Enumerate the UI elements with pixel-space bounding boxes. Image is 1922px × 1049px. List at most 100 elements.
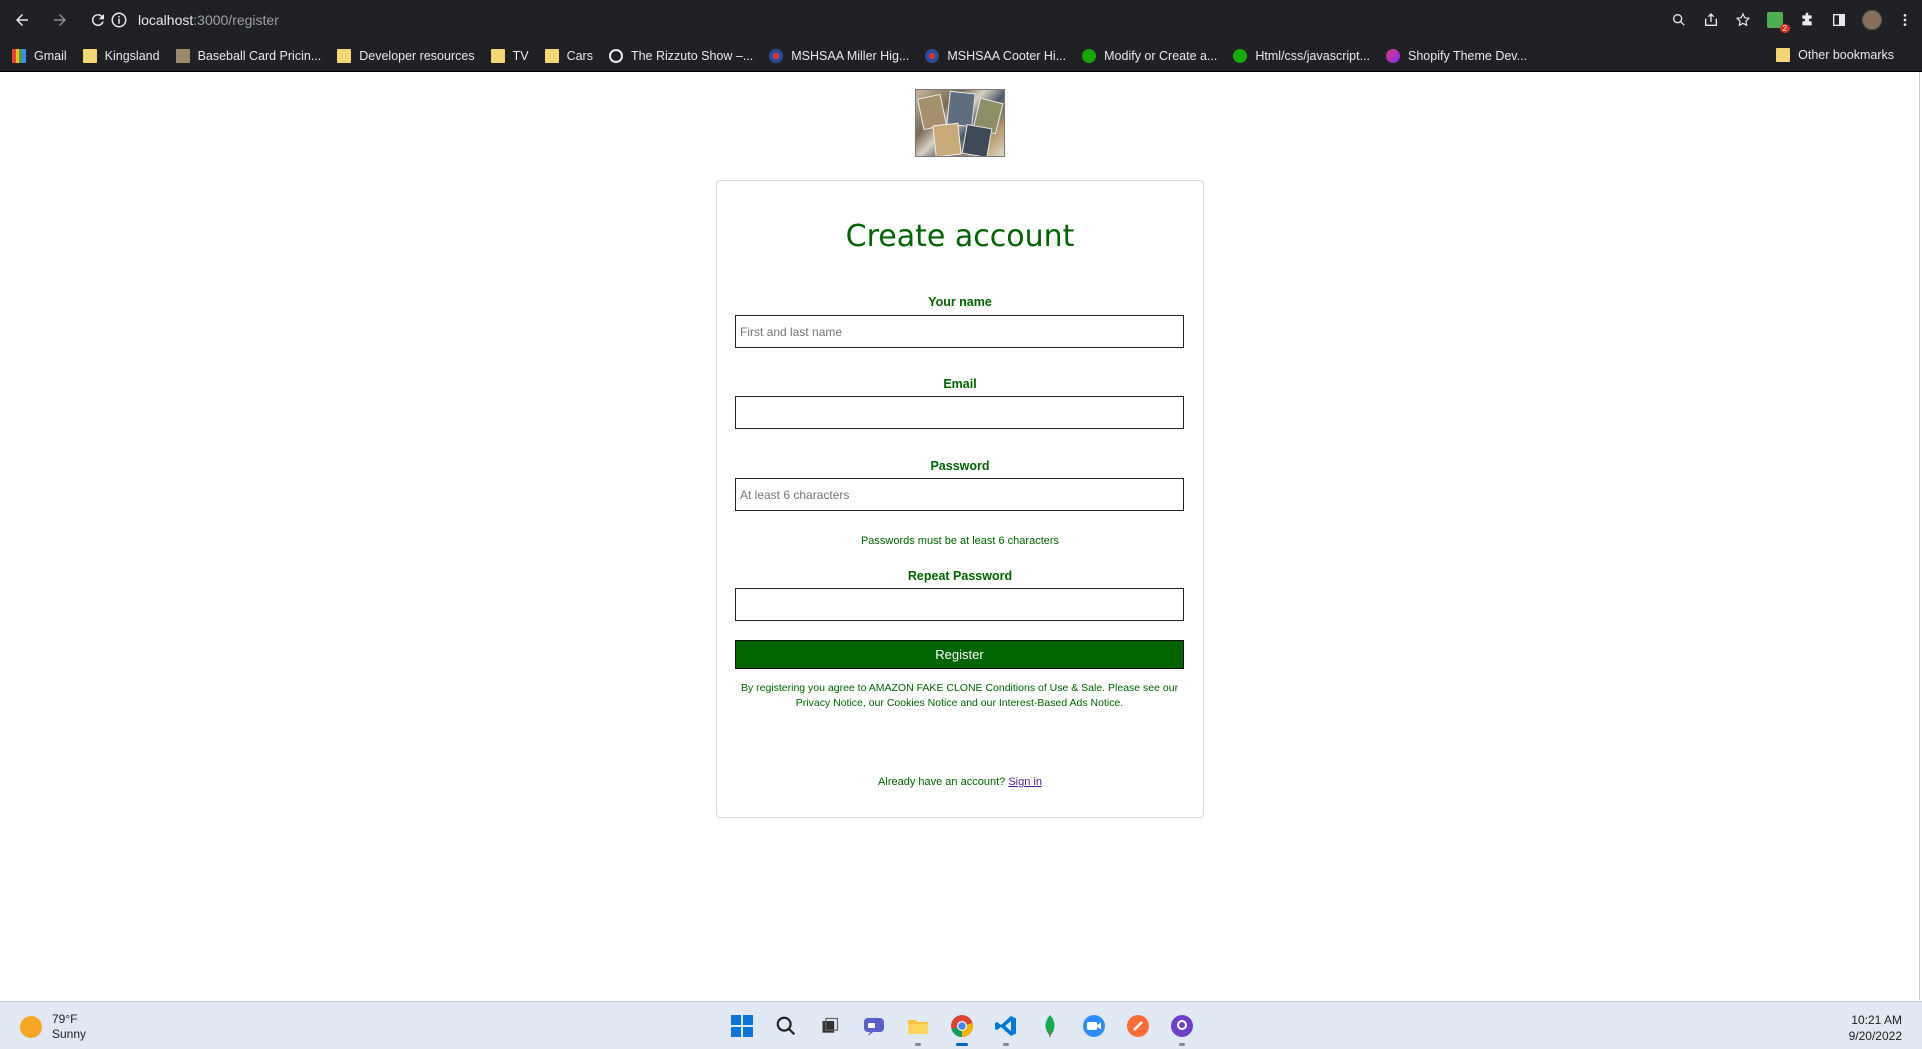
github-desktop-button[interactable] — [1166, 1010, 1198, 1046]
bookmark-label: Shopify Theme Dev... — [1408, 48, 1528, 63]
mongodb-button[interactable] — [1034, 1010, 1066, 1042]
side-panel-icon[interactable] — [1830, 11, 1848, 29]
bookmark-label: Developer resources — [359, 48, 475, 63]
bookmark-label: Html/css/javascript... — [1255, 48, 1370, 63]
weather-condition: Sunny — [52, 1027, 87, 1041]
bookmark-gmail[interactable]: Gmail — [12, 48, 67, 63]
gmail-icon — [12, 48, 26, 63]
mshsaa-icon — [925, 48, 940, 63]
bookmark-label: MSHSAA Cooter Hi... — [947, 48, 1067, 63]
folder-icon — [1776, 48, 1791, 62]
clock-date: 9/20/2022 — [1848, 1029, 1902, 1043]
zoom-icon[interactable] — [1670, 11, 1688, 29]
chrome-button[interactable] — [946, 1010, 978, 1046]
leaf-icon — [1045, 1015, 1055, 1037]
browser-toolbar: localhost:3000/register 2 — [0, 0, 1922, 40]
vscode-icon — [995, 1016, 1016, 1036]
vscode-button[interactable] — [990, 1010, 1022, 1046]
windows-taskbar: 79°F Sunny 10:21 AM 9/20/2022 — [0, 1001, 1922, 1049]
folder-icon — [82, 48, 97, 63]
url-text: localhost:3000/register — [138, 12, 279, 28]
repeat-password-label: Repeat Password — [907, 569, 1013, 583]
teams-chat-button[interactable] — [858, 1010, 890, 1042]
bookmark-label: Modify or Create a... — [1104, 48, 1218, 63]
email-field[interactable] — [735, 396, 1184, 429]
bookmark-kingsland[interactable]: Kingsland — [82, 48, 160, 63]
chrome-icon — [951, 1015, 973, 1037]
share-icon[interactable] — [1702, 11, 1720, 29]
site-logo[interactable] — [915, 89, 1005, 157]
file-explorer-button[interactable] — [902, 1010, 934, 1046]
forward-button[interactable] — [44, 4, 76, 36]
register-card: Create account Your name Email Password … — [716, 180, 1204, 818]
postman-button[interactable] — [1122, 1010, 1154, 1042]
info-icon — [111, 12, 127, 28]
bookmark-mshsaa-cooter[interactable]: MSHSAA Cooter Hi... — [925, 48, 1067, 63]
taskbar-apps — [726, 1010, 1198, 1046]
bookmark-label: Baseball Card Pricin... — [197, 48, 322, 63]
bookmark-baseball-card[interactable]: Baseball Card Pricin... — [175, 48, 322, 63]
bookmark-tv[interactable]: TV — [490, 48, 529, 63]
card-site-icon — [175, 48, 190, 63]
password-field[interactable] — [735, 478, 1184, 511]
address-bar[interactable]: localhost:3000/register — [110, 4, 1610, 36]
site-icon — [608, 48, 623, 63]
folder-icon — [544, 48, 559, 63]
video-camera-icon — [1083, 1015, 1105, 1037]
search-button[interactable] — [770, 1010, 802, 1042]
password-label: Password — [930, 459, 990, 473]
url-path: :3000/register — [193, 12, 279, 28]
extension-badge-icon[interactable]: 2 — [1766, 11, 1790, 33]
upwork-icon — [1082, 48, 1097, 63]
folder-icon — [908, 1020, 928, 1034]
system-clock[interactable]: 10:21 AM 9/20/2022 — [1849, 1012, 1902, 1044]
bookmark-label: Cars — [566, 48, 593, 63]
clock-time: 10:21 AM — [1851, 1013, 1902, 1027]
start-button[interactable] — [726, 1010, 758, 1042]
bookmark-other[interactable]: Other bookmarks — [1776, 48, 1894, 62]
chat-icon — [864, 1018, 884, 1036]
folder-icon — [337, 48, 352, 63]
bookmark-label: Kingsland — [104, 48, 160, 63]
menu-kebab-icon[interactable] — [1896, 11, 1914, 29]
bookmark-cars[interactable]: Cars — [544, 48, 593, 63]
bookmark-label: Gmail — [34, 48, 67, 63]
zoom-button[interactable] — [1078, 1010, 1110, 1042]
bookmark-modify-create[interactable]: Modify or Create a... — [1082, 48, 1218, 63]
shopify-icon — [1386, 48, 1400, 63]
bookmark-mshsaa-miller[interactable]: MSHSAA Miller Hig... — [769, 48, 909, 63]
upwork-icon — [1233, 48, 1248, 63]
extension-badge-count: 2 — [1779, 24, 1790, 33]
bookmark-developer-resources[interactable]: Developer resources — [337, 48, 475, 63]
sun-icon — [20, 1016, 42, 1038]
name-field[interactable] — [735, 315, 1184, 348]
register-button[interactable]: Register — [735, 640, 1184, 669]
signin-prompt-text: Already have an account? — [878, 776, 1006, 788]
bookmarks-bar: Gmail Kingsland Baseball Card Pricin... … — [0, 40, 1922, 72]
task-view-icon — [822, 1017, 839, 1033]
signin-prompt: Already have an account? Sign in — [717, 776, 1203, 788]
signin-link[interactable]: Sign in — [1008, 776, 1042, 788]
back-button[interactable] — [6, 4, 38, 36]
extensions-puzzle-icon[interactable] — [1798, 11, 1816, 29]
postman-icon — [1127, 1015, 1149, 1037]
back-arrow-icon — [16, 14, 28, 26]
mshsaa-icon — [769, 48, 784, 63]
bookmark-star-icon[interactable] — [1734, 11, 1752, 29]
bookmark-label: Other bookmarks — [1798, 48, 1894, 62]
search-icon — [776, 1016, 796, 1036]
bookmark-shopify-theme[interactable]: Shopify Theme Dev... — [1386, 48, 1528, 63]
forward-arrow-icon — [54, 14, 66, 26]
bookmark-label: The Rizzuto Show –... — [630, 48, 754, 63]
repeat-password-field[interactable] — [735, 588, 1184, 621]
bookmark-rizzuto[interactable]: The Rizzuto Show –... — [608, 48, 754, 63]
github-icon — [1171, 1015, 1193, 1037]
reload-icon — [91, 14, 104, 27]
temperature: 79°F — [52, 1012, 78, 1026]
windows-logo-icon — [731, 1015, 753, 1037]
weather-widget[interactable]: 79°F Sunny — [20, 1012, 86, 1042]
profile-avatar[interactable] — [1862, 10, 1882, 30]
task-view-button[interactable] — [814, 1010, 846, 1042]
toolbar-actions: 2 — [1670, 4, 1914, 36]
bookmark-html-css-js[interactable]: Html/css/javascript... — [1233, 48, 1370, 63]
